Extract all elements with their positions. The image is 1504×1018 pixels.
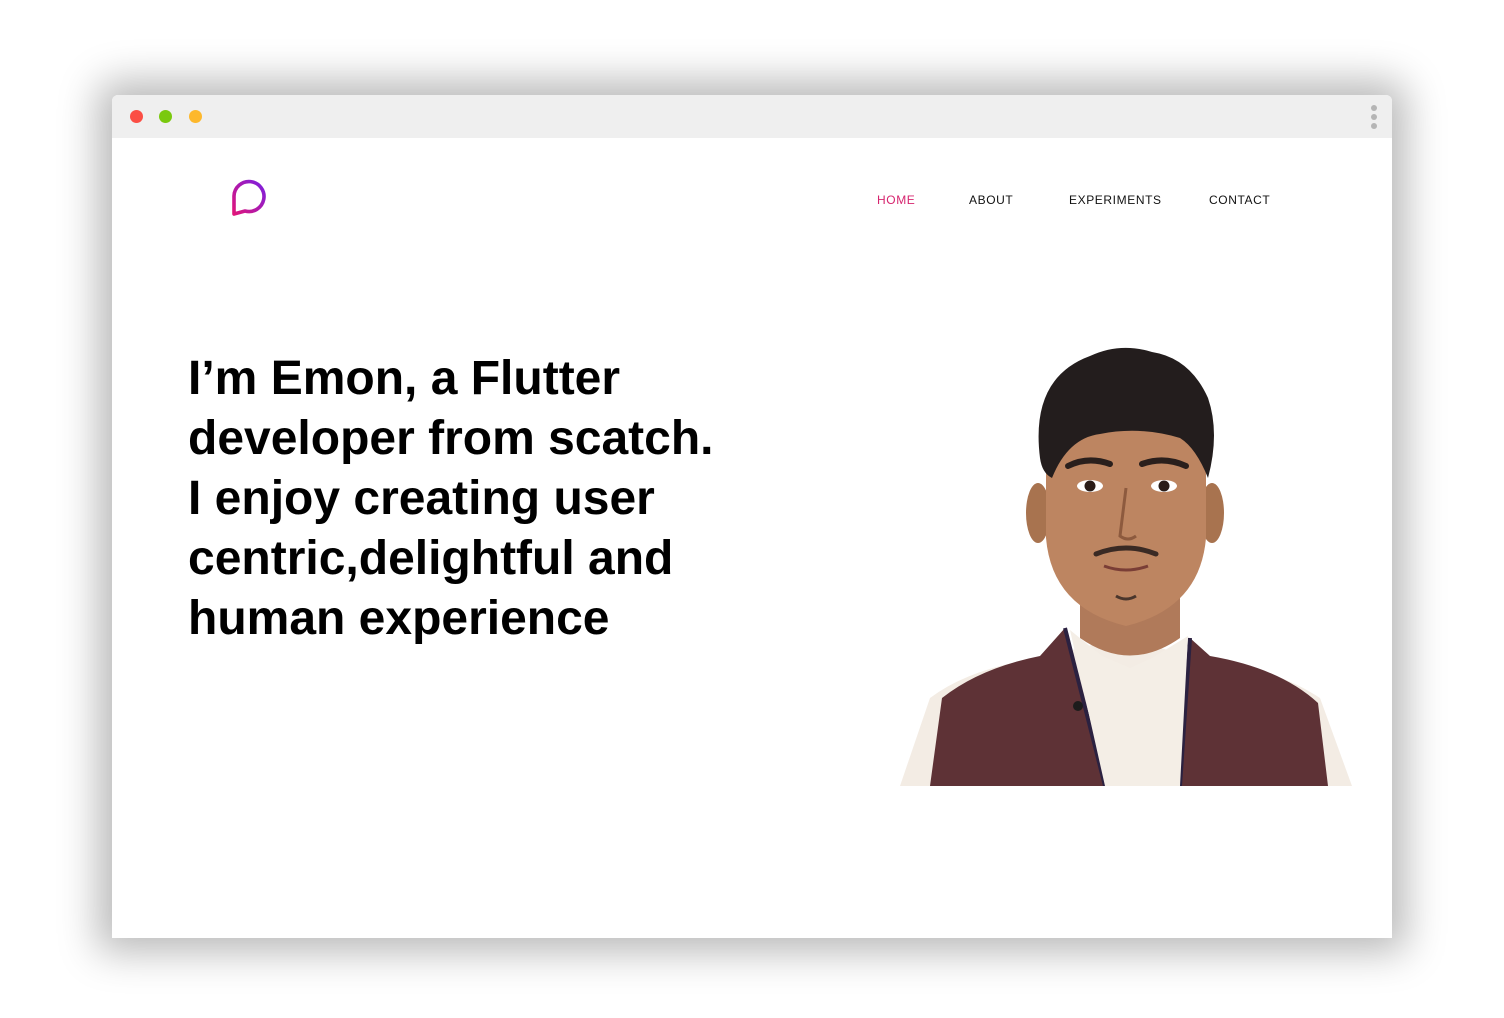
kebab-menu-icon[interactable] bbox=[1370, 105, 1378, 129]
hero-headline: I’m Emon, a Flutter developer from scatc… bbox=[188, 349, 808, 649]
kebab-dot bbox=[1371, 114, 1377, 120]
kebab-dot bbox=[1371, 105, 1377, 111]
nav-home[interactable]: HOME bbox=[877, 193, 915, 207]
page-content: HOME ABOUT EXPERIMENTS CONTACT I’m Emon,… bbox=[112, 138, 1392, 938]
headline-line: human experience bbox=[188, 592, 610, 645]
main-nav: HOME ABOUT EXPERIMENTS CONTACT bbox=[112, 193, 1392, 213]
portrait-illustration bbox=[900, 347, 1352, 787]
headline-line: developer from scatch. bbox=[188, 412, 714, 465]
stage: HOME ABOUT EXPERIMENTS CONTACT I’m Emon,… bbox=[0, 0, 1504, 1018]
nav-contact[interactable]: CONTACT bbox=[1209, 193, 1270, 207]
profile-photo bbox=[890, 338, 1352, 787]
browser-window: HOME ABOUT EXPERIMENTS CONTACT I’m Emon,… bbox=[112, 95, 1392, 938]
kebab-dot bbox=[1371, 123, 1377, 129]
minimize-button[interactable] bbox=[159, 110, 172, 123]
nav-experiments[interactable]: EXPERIMENTS bbox=[1069, 193, 1162, 207]
close-button[interactable] bbox=[130, 110, 143, 123]
headline-line: centric,delightful and bbox=[188, 532, 674, 585]
headline-line: I enjoy creating user bbox=[188, 472, 655, 525]
headline-line: I’m Emon, a Flutter bbox=[188, 352, 621, 405]
title-bar bbox=[112, 95, 1392, 138]
maximize-button[interactable] bbox=[189, 110, 202, 123]
nav-about[interactable]: ABOUT bbox=[969, 193, 1013, 207]
